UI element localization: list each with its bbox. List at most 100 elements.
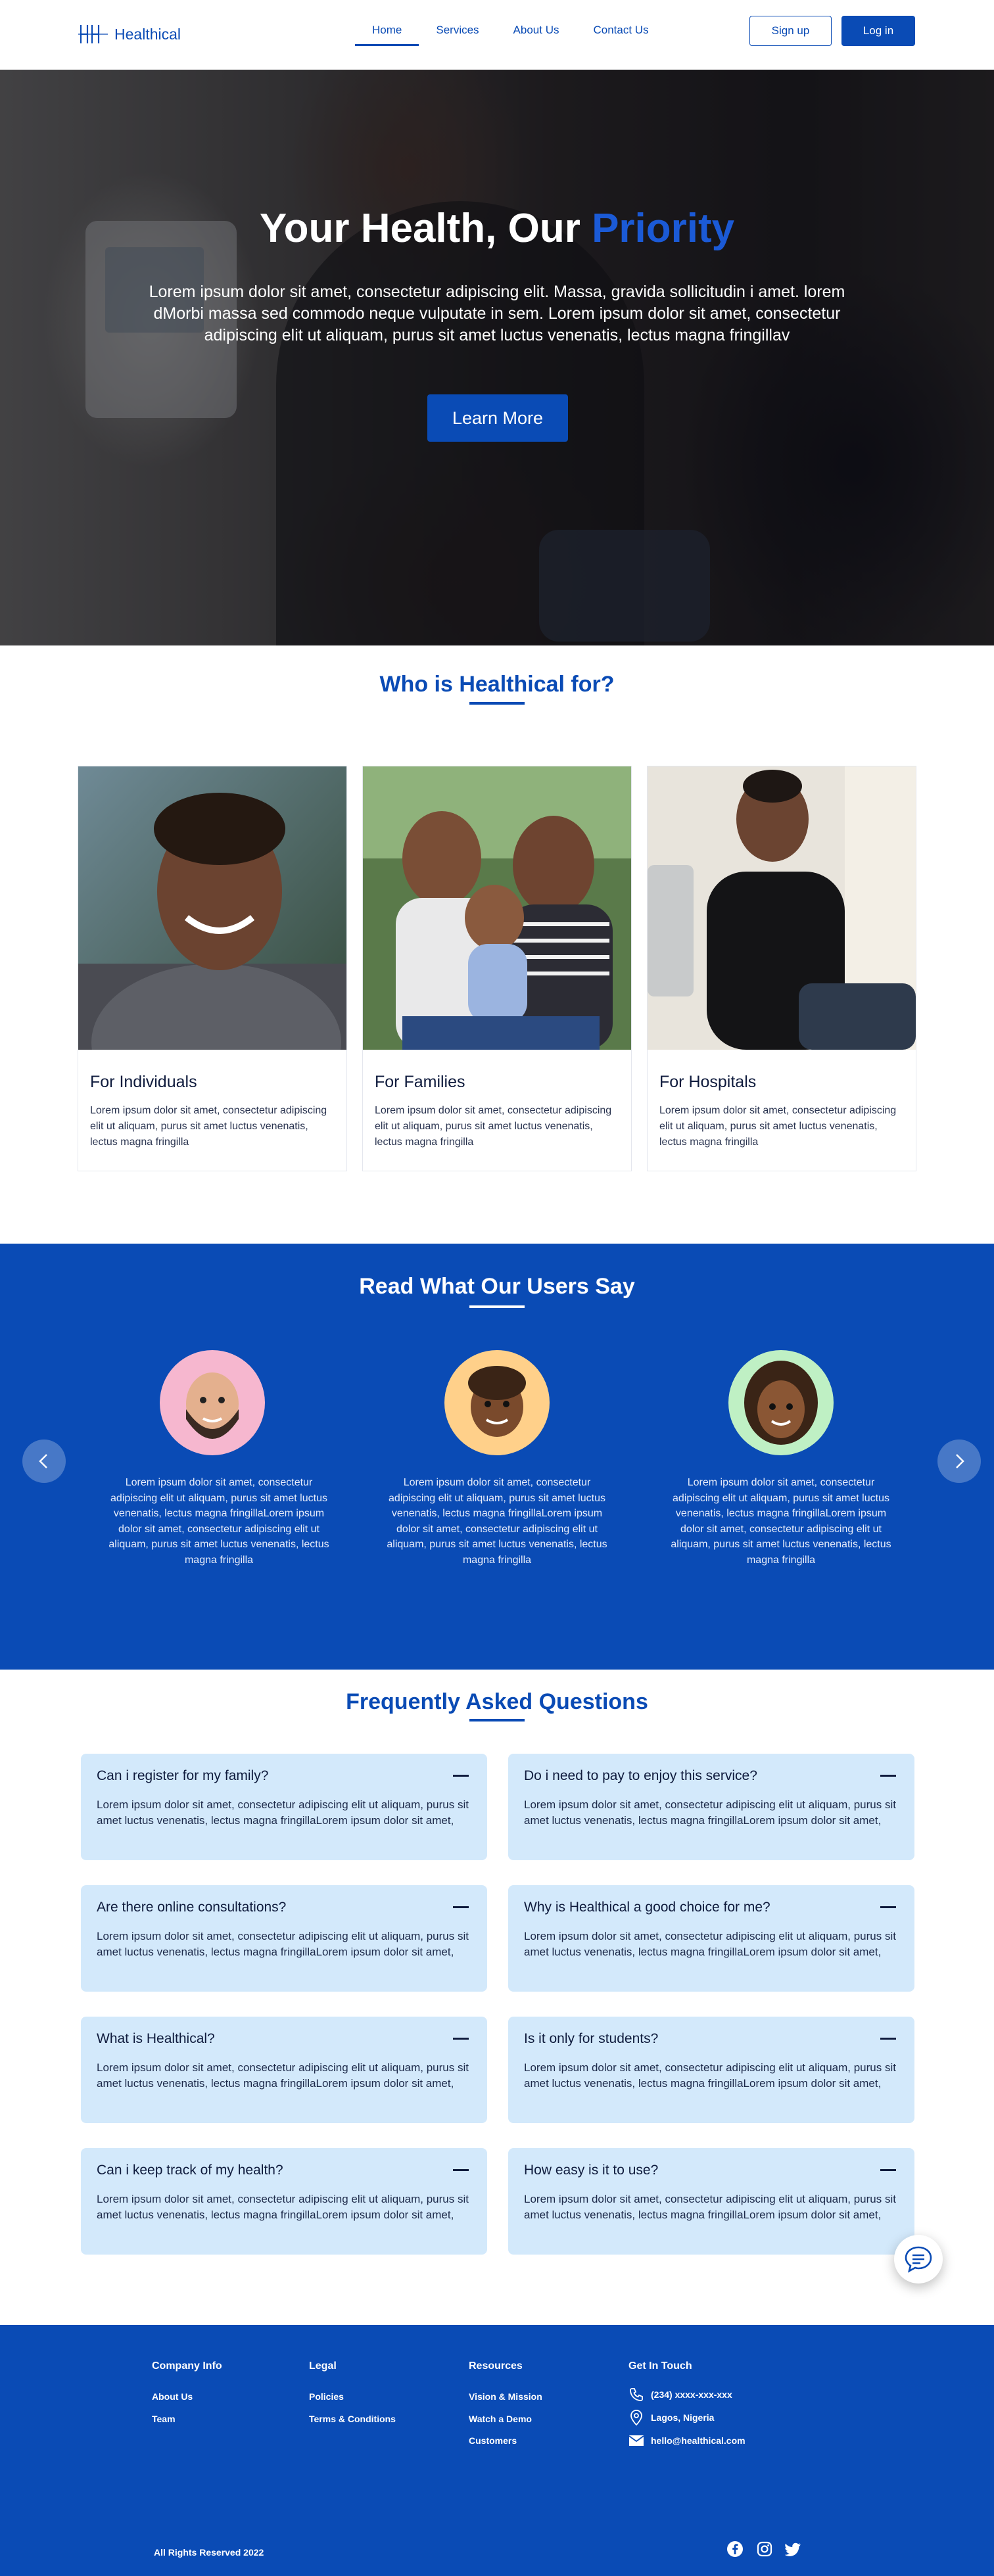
faq-item[interactable]: Is it only for students? Lorem ipsum dol…: [508, 2017, 914, 2123]
testimonial-text: Lorem ipsum dolor sit amet, consectetur …: [387, 1477, 607, 1566]
family-photo: [363, 766, 631, 1050]
avatar: [728, 1350, 834, 1455]
minus-icon[interactable]: [880, 1906, 896, 1908]
faq-answer: Lorem ipsum dolor sit amet, consectetur …: [524, 1798, 896, 1827]
faq-answer: Lorem ipsum dolor sit amet, consectetur …: [97, 1798, 469, 1827]
instagram-icon[interactable]: [756, 2541, 773, 2558]
card-title: For Hospitals: [659, 1073, 757, 1091]
faq-title: Frequently Asked Questions: [346, 1689, 648, 1714]
title-underline: [469, 1719, 525, 1721]
faq-item[interactable]: What is Healthical? Lorem ipsum dolor si…: [81, 2017, 487, 2123]
mail-icon: [628, 2435, 644, 2446]
footer-resources-heading: Resources: [469, 2360, 523, 2372]
footer-link-terms[interactable]: Terms & Conditions: [309, 2414, 396, 2424]
faq-item[interactable]: Can i register for my family? Lorem ipsu…: [81, 1754, 487, 1860]
location-pin-icon: [630, 2410, 642, 2426]
minus-icon[interactable]: [453, 2169, 469, 2171]
prev-arrow-button[interactable]: [22, 1440, 66, 1483]
minus-icon[interactable]: [880, 1775, 896, 1777]
top-nav: Healthical Home Services About Us Contac…: [0, 0, 994, 70]
card-hospitals[interactable]: For Hospitals Lorem ipsum dolor sit amet…: [647, 766, 916, 1171]
minus-icon[interactable]: [880, 2169, 896, 2171]
hero-title-accent: Priority: [592, 206, 735, 251]
card-families[interactable]: For Families Lorem ipsum dolor sit amet,…: [362, 766, 632, 1171]
hero-section: Your Health, Our Priority Lorem ipsum do…: [0, 70, 994, 645]
footer-link-demo[interactable]: Watch a Demo: [469, 2414, 532, 2424]
avatar: [444, 1350, 550, 1455]
testimonials-section: Read What Our Users Say Lorem ipsum dolo…: [0, 1244, 994, 1670]
copyright: All Rights Reserved 2022: [154, 2547, 264, 2558]
nav-services[interactable]: Services: [419, 24, 496, 46]
footer-link-customers[interactable]: Customers: [469, 2435, 517, 2446]
footer-legal-heading: Legal: [309, 2360, 337, 2372]
testimonials-title: Read What Our Users Say: [359, 1274, 635, 1299]
footer-location: Lagos, Nigeria: [628, 2409, 714, 2426]
faq-question: Is it only for students?: [524, 2031, 659, 2046]
title-underline: [469, 702, 525, 705]
logo[interactable]: Healthical: [78, 22, 181, 46]
faq-question: How easy is it to use?: [524, 2163, 659, 2178]
chat-button[interactable]: [894, 2235, 943, 2283]
footer-company-heading: Company Info: [152, 2360, 222, 2372]
faq-item[interactable]: How easy is it to use? Lorem ipsum dolor…: [508, 2148, 914, 2255]
twitter-icon[interactable]: [785, 2541, 802, 2558]
hero-title: Your Health, Our Priority: [259, 206, 735, 251]
minus-icon[interactable]: [453, 1775, 469, 1777]
chevron-left-icon: [39, 1454, 47, 1468]
card-title: For Individuals: [90, 1073, 197, 1091]
chat-bubble-icon: [905, 2246, 932, 2273]
faq-question: Can i keep track of my health?: [97, 2163, 283, 2178]
card-text: Lorem ipsum dolor sit amet, consectetur …: [90, 1105, 327, 1148]
who-section-title: Who is Healthical for?: [379, 672, 615, 697]
individual-photo: [78, 766, 346, 1050]
nav-contact-us[interactable]: Contact Us: [576, 24, 665, 46]
footer-link-about-us[interactable]: About Us: [152, 2391, 193, 2402]
footer-link-vision[interactable]: Vision & Mission: [469, 2391, 542, 2402]
faq-question: Are there online consultations?: [97, 1900, 287, 1915]
minus-icon[interactable]: [880, 2038, 896, 2040]
hospital-photo: [648, 766, 916, 1050]
main-menu: Home Services About Us Contact Us: [355, 24, 666, 46]
faq-question: Do i need to pay to enjoy this service?: [524, 1768, 757, 1783]
faq-answer: Lorem ipsum dolor sit amet, consectetur …: [524, 2193, 896, 2221]
card-title: For Families: [375, 1073, 465, 1091]
faq-answer: Lorem ipsum dolor sit amet, consectetur …: [524, 1930, 896, 1958]
faq-item[interactable]: Can i keep track of my health? Lorem ips…: [81, 2148, 487, 2255]
faq-question: Can i register for my family?: [97, 1768, 269, 1783]
testimonial-text: Lorem ipsum dolor sit amet, consectetur …: [671, 1477, 891, 1566]
faq-answer: Lorem ipsum dolor sit amet, consectetur …: [524, 2061, 896, 2090]
hero-description: Lorem ipsum dolor sit amet, consectetur …: [149, 283, 845, 344]
footer-contact-heading: Get In Touch: [628, 2360, 692, 2372]
title-underline: [469, 1305, 525, 1308]
card-individuals[interactable]: For Individuals Lorem ipsum dolor sit am…: [78, 766, 347, 1171]
brand-name: Healthical: [114, 25, 181, 43]
avatar: [160, 1350, 265, 1455]
healthical-logo-icon: [78, 25, 108, 43]
faq-item[interactable]: Why is Healthical a good choice for me? …: [508, 1885, 914, 1992]
card-text: Lorem ipsum dolor sit amet, consectetur …: [375, 1105, 612, 1148]
faq-answer: Lorem ipsum dolor sit amet, consectetur …: [97, 1930, 469, 1958]
nav-about-us[interactable]: About Us: [496, 24, 577, 46]
learn-more-button[interactable]: Learn More: [427, 394, 568, 442]
nav-home[interactable]: Home: [355, 24, 419, 46]
footer-link-policies[interactable]: Policies: [309, 2391, 344, 2402]
faq-answer: Lorem ipsum dolor sit amet, consectetur …: [97, 2193, 469, 2221]
faq-question: Why is Healthical a good choice for me?: [524, 1900, 770, 1915]
footer-link-team[interactable]: Team: [152, 2414, 176, 2424]
minus-icon[interactable]: [453, 2038, 469, 2040]
facebook-icon[interactable]: [726, 2541, 744, 2558]
card-text: Lorem ipsum dolor sit amet, consectetur …: [659, 1105, 897, 1148]
faq-item[interactable]: Do i need to pay to enjoy this service? …: [508, 1754, 914, 1860]
footer-email[interactable]: hello@healthical.com: [628, 2434, 746, 2447]
minus-icon[interactable]: [453, 1906, 469, 1908]
next-arrow-button[interactable]: [937, 1440, 981, 1483]
faq-item[interactable]: Are there online consultations? Lorem ip…: [81, 1885, 487, 1992]
faq-question: What is Healthical?: [97, 2031, 215, 2046]
footer: Company Info About Us Team Legal Policie…: [0, 2325, 994, 2576]
phone-icon: [630, 2388, 643, 2401]
chevron-right-icon: [956, 1454, 964, 1468]
signup-button[interactable]: Sign up: [749, 16, 832, 46]
footer-phone[interactable]: (234) xxxx-xxx-xxx: [628, 2387, 732, 2402]
faq-answer: Lorem ipsum dolor sit amet, consectetur …: [97, 2061, 469, 2090]
login-button[interactable]: Log in: [841, 16, 915, 46]
